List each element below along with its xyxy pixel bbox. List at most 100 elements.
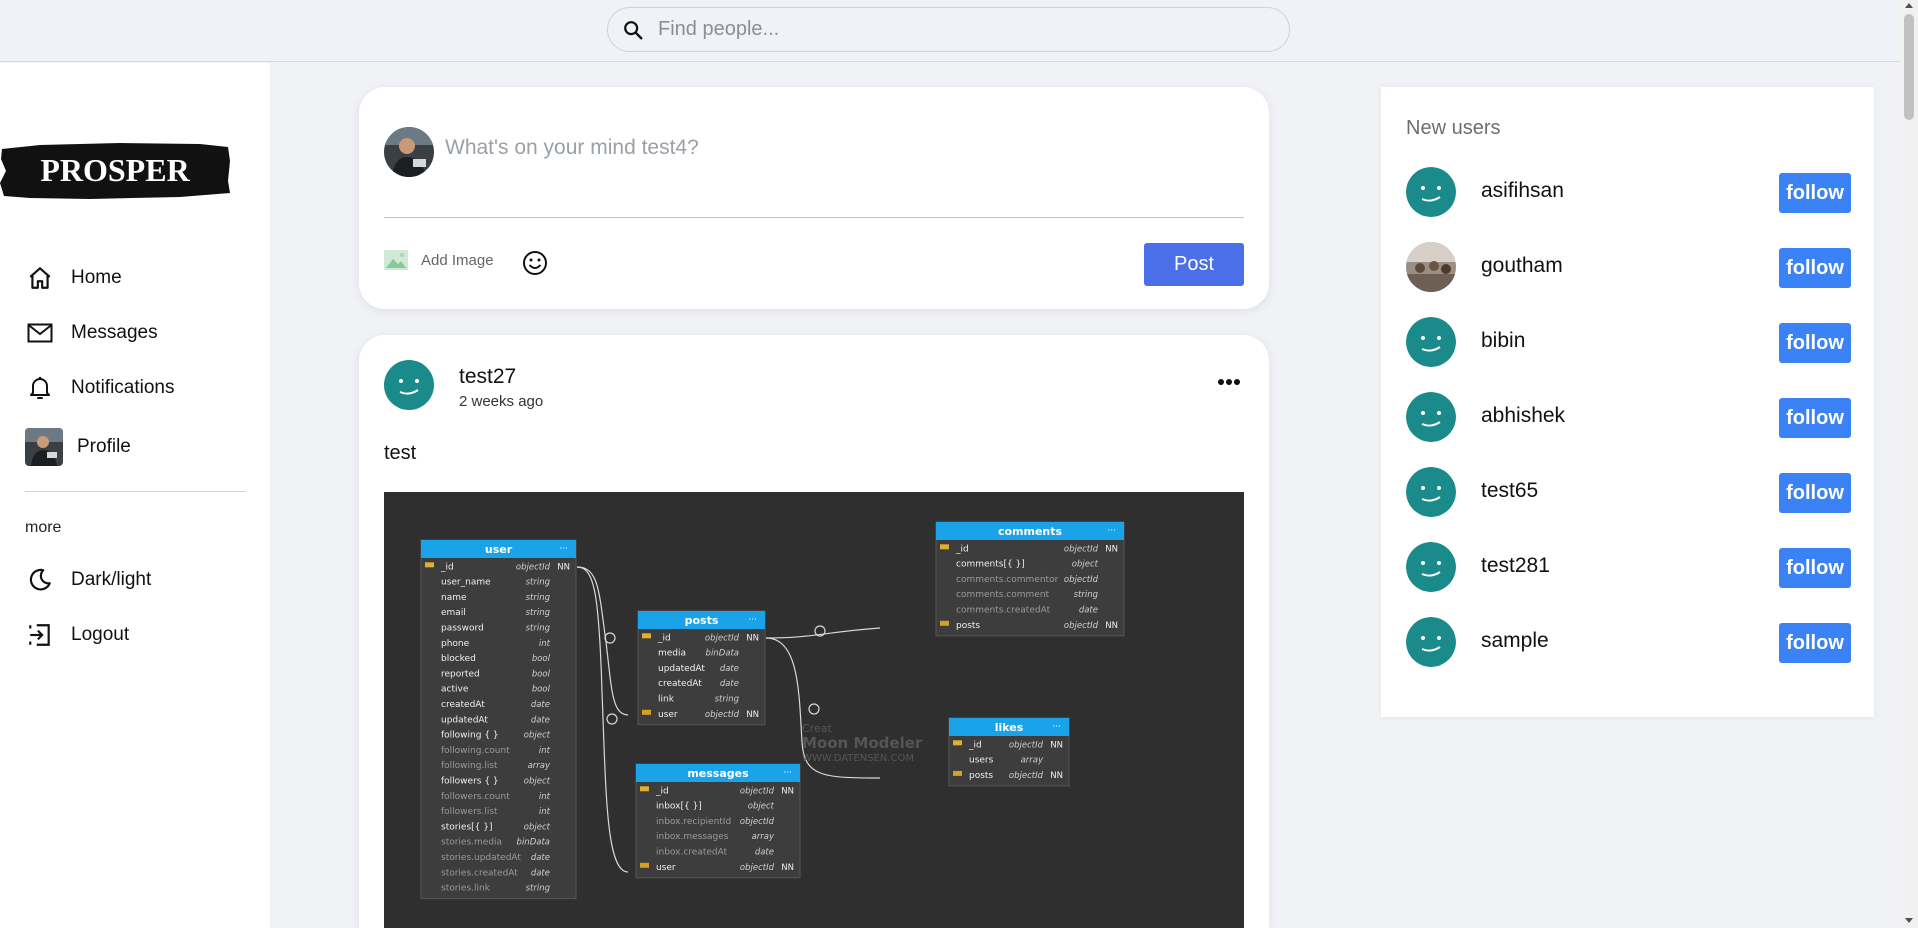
sidebar-item-messages[interactable]: Messages [25, 318, 158, 348]
new-user-name[interactable]: test281 [1481, 554, 1550, 578]
new-user-row: sample follow [1406, 617, 1851, 667]
new-user-name[interactable]: goutham [1481, 254, 1563, 278]
erd-field-nn: NN [1105, 621, 1118, 631]
sidebar-item-dark-light[interactable]: Dark/light [25, 565, 151, 595]
erd-field-name: followers { } [441, 777, 499, 787]
scroll-down-icon[interactable] [1905, 918, 1913, 923]
new-user-name[interactable]: asifihsan [1481, 179, 1564, 203]
post-composer: What's on your mind test4? Add Image Pos… [359, 87, 1269, 309]
erd-field-type: date [720, 679, 739, 689]
key-icon [425, 562, 434, 568]
erd-field-type: string [1074, 590, 1099, 600]
erd-field-name: comments[{ }] [956, 560, 1025, 570]
prosper-logo[interactable]: PROSPER [0, 141, 232, 201]
page-scrollbar[interactable] [1900, 0, 1918, 928]
avatar[interactable] [384, 360, 434, 410]
relationship-marker [606, 713, 618, 725]
post-card: test27 2 weeks ago test user ··· _id object… [359, 335, 1269, 928]
follow-button[interactable]: follow [1779, 398, 1851, 438]
follow-button[interactable]: follow [1779, 173, 1851, 213]
scroll-up-icon[interactable] [1905, 3, 1913, 8]
erd-field-type: string [526, 608, 551, 618]
new-user-name[interactable]: sample [1481, 629, 1549, 653]
erd-table-posts: posts ··· _id objectId NN media binDataupdated… [637, 610, 766, 726]
search-bar[interactable] [607, 7, 1290, 52]
avatar[interactable] [1406, 542, 1456, 592]
new-user-name[interactable]: abhishek [1481, 404, 1565, 428]
erd-field-type: int [539, 639, 551, 649]
erd-field-name: stories.link [441, 884, 491, 894]
post-image[interactable]: user ··· _id objectId NN user_name string name s… [384, 492, 1244, 928]
new-user-name[interactable]: test65 [1481, 479, 1538, 503]
image-icon [384, 250, 408, 270]
avatar[interactable] [1406, 392, 1456, 442]
key-icon [640, 862, 649, 868]
post-text: test [384, 442, 417, 464]
erd-field-name: user [658, 710, 678, 720]
key-icon [642, 633, 651, 639]
post-username[interactable]: test27 [459, 365, 516, 389]
new-user-row: test281 follow [1406, 542, 1851, 592]
avatar[interactable] [1406, 317, 1456, 367]
new-users-panel: New users asifihsan follow goutham follow bi… [1381, 87, 1874, 717]
avatar[interactable] [1406, 617, 1456, 667]
sidebar-item-profile[interactable]: Profile [25, 428, 131, 466]
erd-field-nn: NN [557, 562, 570, 572]
search-icon [624, 20, 643, 39]
follow-button[interactable]: follow [1779, 323, 1851, 363]
sidebar-item-notifications[interactable]: Notifications [25, 373, 175, 403]
erd-table-menu: ··· [559, 544, 568, 554]
follow-button[interactable]: follow [1779, 623, 1851, 663]
erd-field-type: object [524, 731, 551, 741]
erd-field-type: int [539, 792, 551, 802]
erd-field-type: objectId [705, 633, 740, 643]
emoji-button[interactable] [522, 250, 548, 281]
erd-table-title: likes [995, 721, 1024, 734]
smiley-icon [523, 251, 547, 275]
erd-field-type: date [755, 848, 774, 858]
avatar[interactable] [1406, 467, 1456, 517]
follow-button[interactable]: follow [1779, 548, 1851, 588]
bell-icon [25, 373, 55, 403]
erd-table-menu: ··· [1107, 526, 1116, 536]
erd-field-name: _id [657, 633, 671, 643]
avatar [384, 127, 434, 177]
mail-icon [25, 318, 55, 348]
sidebar-item-label: Logout [71, 624, 130, 645]
follow-button[interactable]: follow [1779, 473, 1851, 513]
sidebar-item-label: Dark/light [71, 569, 152, 590]
erd-field-name: stories.createdAt [441, 868, 518, 878]
avatar[interactable] [1406, 242, 1456, 292]
erd-field-type: objectId [516, 562, 551, 572]
follow-button[interactable]: follow [1779, 248, 1851, 288]
erd-field-name: password [441, 624, 484, 634]
erd-field-name: inbox.recipientId [656, 817, 731, 827]
post-text-input[interactable]: What's on your mind test4? [445, 136, 699, 160]
erd-field-name: createdAt [658, 679, 702, 689]
sidebar-item-home[interactable]: Home [25, 263, 122, 293]
add-image-button[interactable]: Add Image [384, 250, 494, 270]
new-user-name[interactable]: bibin [1481, 329, 1525, 353]
sidebar-item-logout[interactable]: Logout [25, 620, 129, 650]
scroll-thumb[interactable] [1904, 14, 1914, 120]
home-icon [25, 263, 55, 293]
watermark-title: Moon Modeler [802, 734, 923, 752]
erd-field-name: blocked [441, 654, 476, 664]
erd-field-type: date [720, 664, 739, 674]
erd-field-type: string [526, 578, 551, 588]
erd-field-type: string [526, 884, 551, 894]
search-input[interactable] [658, 18, 1258, 41]
erd-table-user: user ···_id objectId NNuser_name stringname s… [420, 539, 577, 900]
relationship-marker [604, 632, 616, 644]
erd-field-type: date [531, 853, 550, 863]
erd-field-type: object [748, 802, 775, 812]
post-button[interactable]: Post [1144, 243, 1244, 286]
erd-field-name: following { } [441, 731, 499, 741]
more-options-icon[interactable] [1217, 373, 1241, 391]
avatar[interactable] [1406, 167, 1456, 217]
logout-icon [25, 620, 55, 650]
erd-diagram: user ···_id objectId NNuser_name stringname s… [420, 521, 1125, 900]
erd-field-name: users [969, 756, 994, 766]
erd-field-name: stories[{ }] [441, 822, 493, 832]
erd-table-title: user [485, 543, 513, 556]
